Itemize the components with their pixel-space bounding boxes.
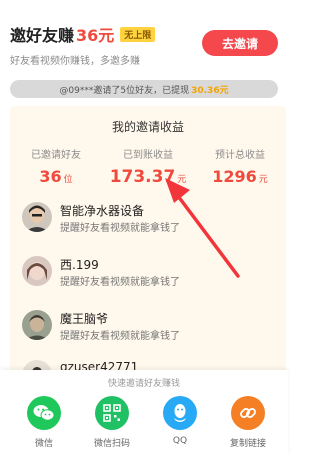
share-label: 微信 (34, 439, 53, 449)
share-qr-button[interactable]: 微信扫码 (82, 396, 142, 449)
share-label: 微信扫码 (93, 439, 130, 449)
wechat-icon (27, 396, 61, 430)
share-copy-link-button[interactable]: 复制链接 (218, 396, 278, 449)
share-qq-button[interactable]: QQ (150, 396, 210, 446)
share-label: QQ (172, 436, 188, 446)
qr-code-icon (95, 396, 129, 430)
share-label: 复制链接 (229, 439, 266, 449)
link-icon (231, 396, 265, 430)
share-title: 快速邀请好友赚钱 (107, 379, 180, 389)
qq-icon (163, 396, 197, 430)
share-panel: 快速邀请好友赚钱 微信 微信扫码 QQ 复制链接 (0, 370, 288, 456)
share-wechat-button[interactable]: 微信 (14, 396, 74, 449)
